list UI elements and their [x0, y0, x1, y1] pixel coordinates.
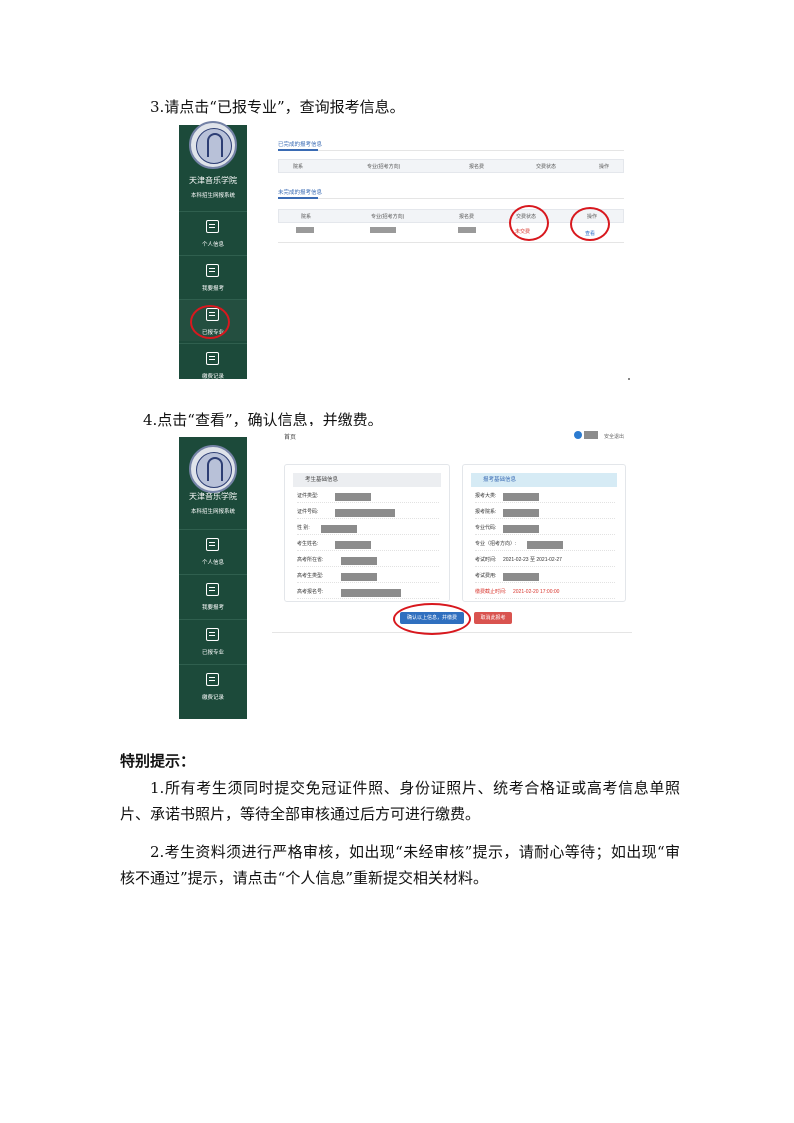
exam-time-value: 2021-02-23 至 2021-02-27 — [503, 557, 562, 563]
field-label: 专业代码: — [475, 525, 497, 531]
th-dept: 院系 — [293, 164, 304, 170]
user-card-icon — [206, 538, 219, 551]
notice-paragraph-2: 2.考生资料须进行严格审核，如出现“未经审核”提示，请耐心等待；如出现“审核不通… — [120, 843, 680, 887]
field-label: 报考大类: — [475, 493, 497, 499]
field-category: 报考大类: — [475, 489, 615, 503]
school-logo — [189, 445, 237, 493]
sidebar-item-personal-info[interactable]: 个人信息 — [179, 529, 247, 571]
highlight-ring-applied-majors — [190, 305, 230, 339]
document-icon — [206, 628, 219, 641]
field-exam-fee: 考试费用: — [475, 569, 615, 583]
highlight-ring-status — [509, 205, 549, 241]
school-name: 天津音乐学院 — [189, 492, 237, 501]
step3-instruction: 3.请点击“已报专业”，查询报考信息。 — [150, 98, 405, 116]
field-label: 缴费截止时间: — [475, 589, 507, 595]
field-id-type: 证件类型: — [297, 489, 439, 503]
th-status: 交费状态 — [536, 164, 557, 170]
sidebar-item-label: 已报专业 — [201, 650, 224, 656]
school-name: 天津音乐学院 — [189, 176, 237, 185]
divider — [278, 150, 624, 151]
candidate-info-title: 考生基础信息 — [293, 473, 441, 487]
field-id-number: 证件号码: — [297, 505, 439, 519]
th-major: 专业(招考方向) — [367, 164, 401, 170]
sidebar-item-apply[interactable]: 我要报考 — [179, 574, 247, 616]
sidebar-item-label: 我要报考 — [201, 605, 224, 611]
sidebar-screenshot-1: 天津音乐学院 本科招生网报系统 个人信息 我要报考 已报专业 缴费记录 — [179, 121, 247, 380]
field-student-type: 高考生类型: — [297, 569, 439, 583]
field-payment-deadline: 缴费截止时间: 2021-02-20 17:00:00 — [475, 585, 615, 599]
record-search-icon — [206, 673, 219, 686]
breadcrumb[interactable]: 首页 — [284, 432, 296, 441]
field-label: 性 别: — [297, 525, 310, 531]
field-department: 报考院系: — [475, 505, 615, 519]
special-notice-heading: 特别提示： — [120, 752, 196, 770]
edit-form-icon — [206, 583, 219, 596]
redacted-dept — [296, 227, 314, 233]
field-province: 高考所在省: — [297, 553, 439, 567]
record-search-icon — [206, 352, 219, 365]
field-label: 考试费用: — [475, 573, 497, 579]
school-logo — [189, 121, 237, 169]
sidebar-item-applied-majors[interactable]: 已报专业 — [179, 619, 247, 661]
completed-section-title: 已完成的报考信息 — [278, 142, 323, 148]
th-action: 操作 — [599, 164, 610, 170]
th-major: 专业(招考方向) — [371, 214, 405, 220]
sidebar-item-personal-info[interactable]: 个人信息 — [179, 211, 247, 253]
field-name: 考生姓名: — [297, 537, 439, 551]
field-label: 报考院系: — [475, 509, 497, 515]
sidebar-item-label: 个人信息 — [201, 560, 224, 566]
deadline-value: 2021-02-20 17:00:00 — [513, 589, 560, 595]
user-card-icon — [206, 220, 219, 233]
field-label: 考生姓名: — [297, 541, 319, 547]
avatar-icon — [574, 431, 582, 439]
redacted-major — [370, 227, 396, 233]
sidebar-item-label: 我要报考 — [201, 286, 224, 292]
field-major-code: 专业代码: — [475, 521, 615, 535]
th-dept: 院系 — [301, 214, 312, 220]
sidebar-item-label: 缴费记录 — [201, 374, 224, 380]
cancel-application-button[interactable]: 取消此报考 — [474, 612, 512, 624]
exam-info-title: 报考基础信息 — [471, 473, 617, 487]
th-fee: 报名费 — [469, 164, 485, 170]
notice-paragraph-1: 1.所有考生须同时提交免冠证件照、身份证照片、统考合格证或高考信息单照片、承诺书… — [120, 779, 680, 823]
sidebar-item-apply[interactable]: 我要报考 — [179, 255, 247, 297]
field-reg-number: 高考报名号: — [297, 585, 439, 599]
th-fee: 报名费 — [459, 214, 475, 220]
divider — [278, 198, 624, 199]
field-major: 专业（招考方向）: — [475, 537, 615, 551]
highlight-ring-action — [570, 207, 610, 241]
field-label: 证件类型: — [297, 493, 319, 499]
sidebar-screenshot-2: 天津音乐学院 本科招生网报系统 个人信息 我要报考 已报专业 缴费记录 — [179, 437, 247, 719]
field-gender: 性 别: — [297, 521, 439, 535]
exam-info-box: 报考基础信息 报考大类: 报考院系: 专业代码: 专业（招考方向）: 考试时间:… — [462, 464, 626, 602]
field-label: 考试时间: — [475, 557, 497, 563]
highlight-ring-confirm — [393, 603, 471, 635]
field-label: 高考所在省: — [297, 557, 324, 563]
field-label: 证件号码: — [297, 509, 319, 515]
field-exam-time: 考试时间: 2021-02-23 至 2021-02-27 — [475, 553, 615, 567]
system-name: 本科招生网报系统 — [190, 193, 235, 199]
cursor-mark — [628, 378, 630, 380]
redacted-username — [584, 431, 598, 439]
field-label: 高考报名号: — [297, 589, 324, 595]
completed-table-header: 院系 专业(招考方向) 报名费 交费状态 操作 — [278, 159, 624, 173]
section-underline — [278, 149, 318, 151]
redacted-fee — [458, 227, 476, 233]
candidate-info-box: 考生基础信息 证件类型: 证件号码: 性 别: 考生姓名: 高考所在省: 高考生… — [284, 464, 450, 602]
edit-form-icon — [206, 264, 219, 277]
incomplete-section-title: 未完成的报考信息 — [278, 190, 323, 196]
system-name: 本科招生网报系统 — [190, 509, 235, 515]
sidebar-item-payment-records[interactable]: 缴费记录 — [179, 343, 247, 385]
sidebar-item-label: 个人信息 — [201, 242, 224, 248]
field-label: 高考生类型: — [297, 573, 324, 579]
field-label: 专业（招考方向）: — [475, 541, 517, 547]
sidebar-item-label: 缴费记录 — [201, 695, 224, 701]
sidebar-item-payment-records[interactable]: 缴费记录 — [179, 664, 247, 706]
section-underline — [278, 197, 318, 199]
divider — [278, 242, 624, 243]
applied-majors-panel: 已完成的报考信息 院系 专业(招考方向) 报名费 交费状态 操作 未完成的报考信… — [272, 130, 630, 262]
logout-link[interactable]: 安全退出 — [604, 433, 624, 440]
